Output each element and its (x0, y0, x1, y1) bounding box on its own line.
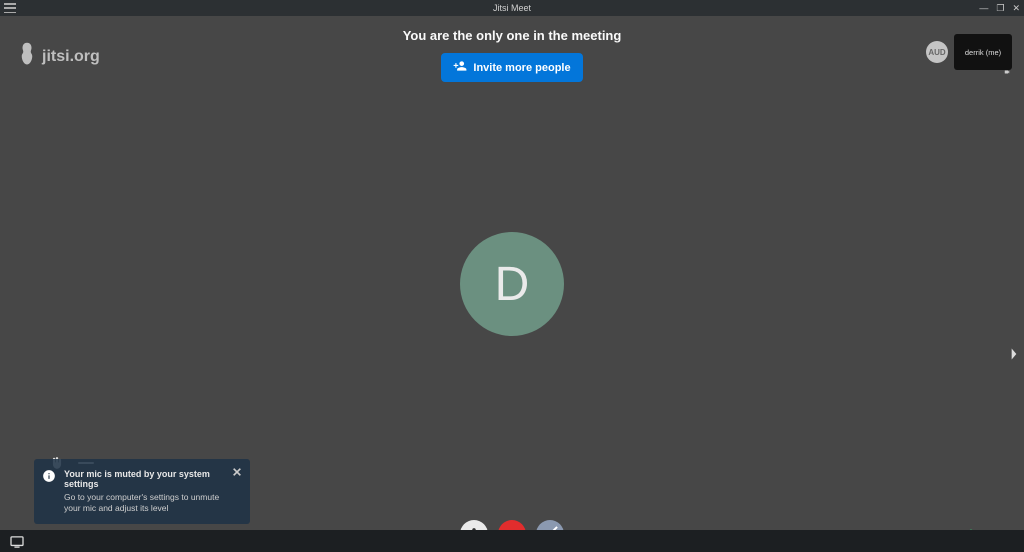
maximize-button[interactable]: ❐ (996, 4, 1004, 13)
info-icon (42, 469, 56, 483)
filmstrip-toggle-button[interactable] (1008, 344, 1020, 364)
invite-more-button[interactable]: Invite more people (441, 53, 582, 82)
invite-button-label: Invite more people (473, 62, 570, 74)
window-controls: ― ❐ ✕ (979, 0, 1020, 16)
show-desktop-icon[interactable] (10, 535, 24, 547)
meeting-area: jitsi.org You are the only one in the me… (0, 16, 1024, 552)
only-one-text: You are the only one in the meeting (403, 28, 622, 43)
avatar-initials: AUD (928, 48, 945, 57)
close-window-button[interactable]: ✕ (1012, 4, 1020, 13)
notification-body: Go to your computer's settings to unmute… (64, 492, 222, 514)
minimize-button[interactable]: ― (979, 4, 988, 13)
window-title: Jitsi Meet (493, 3, 531, 13)
local-avatar-badge[interactable]: AUD (926, 41, 948, 63)
top-right-cluster: AUD derrik (me) (926, 34, 1012, 70)
lonely-meeting-prompt: You are the only one in the meeting Invi… (0, 28, 1024, 82)
window-titlebar: Jitsi Meet ― ❐ ✕ (0, 0, 1024, 16)
notification-title: Your mic is muted by your system setting… (64, 469, 222, 489)
person-add-icon (453, 59, 467, 76)
camera-off-icon (1004, 62, 1010, 68)
avatar-letter: D (495, 257, 530, 312)
self-video-thumbnail[interactable]: derrik (me) (954, 34, 1012, 70)
self-thumbnail-label: derrik (me) (965, 48, 1001, 57)
hamburger-menu-icon[interactable] (4, 3, 16, 13)
system-taskbar (0, 530, 1024, 552)
mic-muted-notification: Your mic is muted by your system setting… (34, 459, 250, 524)
dominant-speaker-avatar: D (460, 232, 564, 336)
close-notification-button[interactable] (232, 467, 242, 477)
